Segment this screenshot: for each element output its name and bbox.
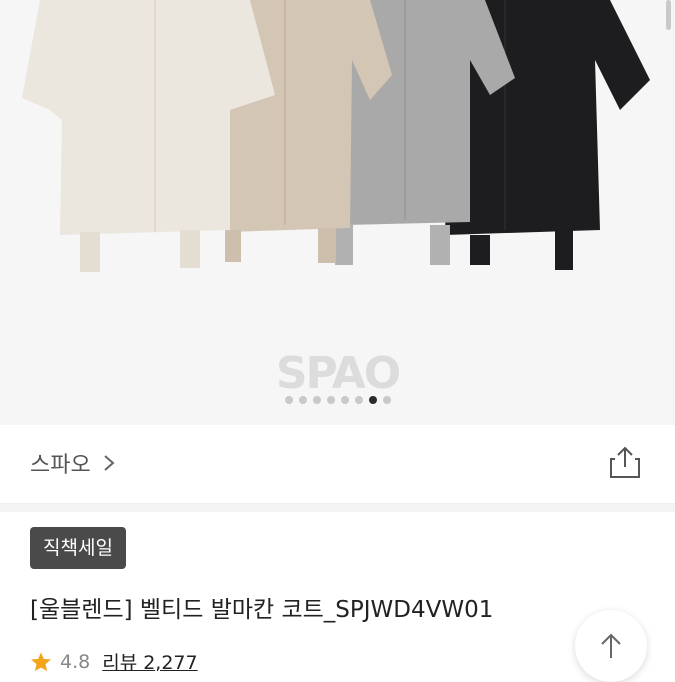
review-count-link[interactable]: 리뷰 2,277 bbox=[102, 648, 197, 675]
pagination-dot[interactable] bbox=[354, 396, 363, 404]
pagination-dot[interactable] bbox=[312, 396, 321, 404]
pagination-dot[interactable] bbox=[298, 396, 307, 404]
product-image-gallery[interactable]: SPAO bbox=[0, 0, 675, 425]
section-divider bbox=[0, 504, 675, 512]
gallery-pagination bbox=[0, 396, 675, 404]
chevron-right-icon bbox=[104, 455, 115, 471]
brand-row: 스파오 bbox=[0, 425, 675, 504]
pagination-dot[interactable] bbox=[368, 396, 377, 404]
rating-value: 4.8 bbox=[60, 650, 91, 673]
brand-link[interactable]: 스파오 bbox=[30, 447, 115, 479]
pagination-dot[interactable] bbox=[340, 396, 349, 404]
scroll-to-top-button[interactable] bbox=[575, 610, 647, 682]
share-icon[interactable] bbox=[609, 445, 641, 479]
brand-name: 스파오 bbox=[30, 453, 91, 478]
sale-badge: 직책세일 bbox=[30, 527, 126, 569]
brand-logo-watermark: SPAO bbox=[275, 348, 401, 399]
pagination-dot[interactable] bbox=[382, 396, 391, 404]
arrow-up-icon bbox=[601, 633, 621, 658]
scrollbar-thumb[interactable] bbox=[666, 0, 671, 30]
product-title: [울블렌드] 벨티드 발마칸 코트_SPJWD4VW01 bbox=[30, 597, 494, 623]
star-icon bbox=[31, 651, 51, 671]
pagination-dot[interactable] bbox=[284, 396, 293, 404]
rating-row: 4.8 리뷰 2,277 bbox=[30, 648, 198, 675]
pagination-dot[interactable] bbox=[326, 396, 335, 404]
